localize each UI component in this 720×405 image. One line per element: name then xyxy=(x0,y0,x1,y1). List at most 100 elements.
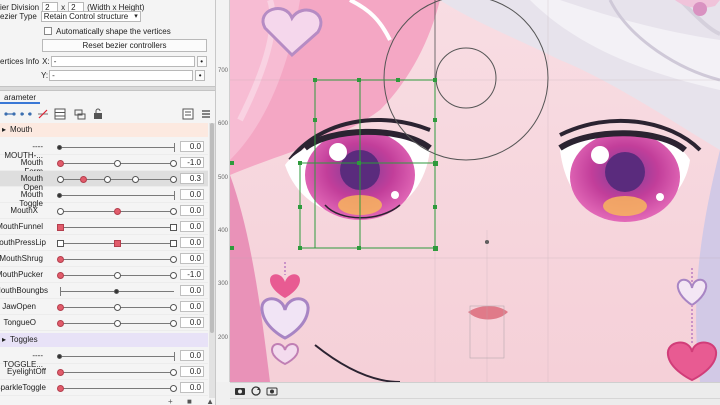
parameter-scrollbar[interactable] xyxy=(209,123,215,398)
param-knob[interactable] xyxy=(57,385,64,392)
vertex-x-input[interactable]: - xyxy=(50,55,195,67)
group-toggles[interactable]: ▸ Toggles xyxy=(0,333,208,347)
auto-shape-row[interactable]: Automatically shape the vertices xyxy=(44,24,171,38)
param-row: ----TOGGLE... 0.0 xyxy=(0,348,208,369)
param-knob[interactable] xyxy=(57,160,64,167)
param-key[interactable] xyxy=(114,160,121,167)
vertex-y-menu-button[interactable]: • xyxy=(195,69,206,81)
param-key[interactable] xyxy=(170,320,177,327)
bezier-type-label: ezier Type xyxy=(0,11,37,21)
param-value[interactable]: 0.0 xyxy=(180,253,204,264)
param-value[interactable]: 0.3 xyxy=(180,173,204,184)
param-knob[interactable] xyxy=(57,193,62,198)
bezier-type-select[interactable]: Retain Control structure ▾ xyxy=(40,10,141,22)
param-knob[interactable] xyxy=(114,289,119,294)
param-knob[interactable] xyxy=(57,145,62,150)
param-value[interactable]: -1.0 xyxy=(180,269,204,280)
param-key[interactable] xyxy=(114,304,121,311)
param-value[interactable]: 0.0 xyxy=(180,350,204,361)
param-track[interactable] xyxy=(60,195,174,196)
param-value[interactable]: 0.0 xyxy=(180,237,204,248)
character-illustration[interactable] xyxy=(230,0,720,382)
param-value[interactable]: 0.0 xyxy=(180,285,204,296)
parameter-group-icon[interactable] xyxy=(74,108,86,120)
param-key[interactable] xyxy=(170,240,177,247)
param-key[interactable] xyxy=(170,272,177,279)
lock-icon[interactable] xyxy=(92,108,104,120)
link-keys-icon[interactable] xyxy=(4,109,16,119)
param-row: MouthShrug 0.0 xyxy=(0,251,208,267)
chevron-right-icon: ▸ xyxy=(2,125,7,134)
param-row: TongueO 0.0 xyxy=(0,315,208,331)
camera-icon[interactable] xyxy=(234,386,246,396)
param-key[interactable] xyxy=(57,176,64,183)
menu-icon[interactable] xyxy=(200,108,212,120)
param-track[interactable] xyxy=(60,147,174,148)
add-icon[interactable]: + xyxy=(168,397,173,405)
param-knob[interactable] xyxy=(57,304,64,311)
vertex-y-input[interactable]: - xyxy=(49,69,194,81)
param-knob[interactable] xyxy=(57,369,64,376)
param-value[interactable]: 0.0 xyxy=(180,205,204,216)
param-value[interactable]: 0.0 xyxy=(180,382,204,393)
folder-icon[interactable]: ■ xyxy=(187,397,192,405)
param-track[interactable] xyxy=(60,259,174,260)
param-value[interactable]: 0.0 xyxy=(180,221,204,232)
param-start-tick xyxy=(60,287,61,296)
param-track[interactable] xyxy=(60,356,174,357)
refresh-camera-icon[interactable] xyxy=(250,386,262,396)
param-key[interactable] xyxy=(170,256,177,263)
param-key[interactable] xyxy=(170,369,177,376)
param-key[interactable] xyxy=(170,304,177,311)
capture-icon[interactable] xyxy=(266,386,278,396)
tab-parameter[interactable]: arameter xyxy=(0,92,41,104)
param-key[interactable] xyxy=(170,160,177,167)
param-key[interactable] xyxy=(170,208,177,215)
param-key[interactable] xyxy=(170,385,177,392)
param-key[interactable] xyxy=(57,208,64,215)
param-knob[interactable] xyxy=(57,272,64,279)
param-value[interactable]: 0.0 xyxy=(180,141,204,152)
param-track[interactable] xyxy=(60,372,174,373)
panel-splitter[interactable] xyxy=(0,86,215,91)
param-key[interactable] xyxy=(104,176,111,183)
param-track[interactable] xyxy=(60,179,174,180)
param-value[interactable]: -1.0 xyxy=(180,157,204,168)
param-knob[interactable] xyxy=(57,256,64,263)
param-value[interactable]: 0.0 xyxy=(180,317,204,328)
auto-shape-checkbox[interactable] xyxy=(44,27,52,35)
param-knob[interactable] xyxy=(80,176,87,183)
editor-canvas[interactable] xyxy=(230,0,720,382)
reset-bezier-button[interactable]: Reset bezier controllers xyxy=(42,39,207,52)
param-key[interactable] xyxy=(114,320,121,327)
canvas-toolbar xyxy=(230,382,720,405)
delete-keys-icon[interactable] xyxy=(37,109,49,119)
param-key[interactable] xyxy=(170,176,177,183)
vertices-y-row: Y: - • xyxy=(0,68,206,82)
param-end-tick xyxy=(174,352,175,361)
param-value[interactable]: 0.0 xyxy=(180,366,204,377)
param-key[interactable] xyxy=(170,224,177,231)
ruler-tick-label: 300 xyxy=(218,281,229,287)
trash-icon[interactable]: ▲ xyxy=(206,397,214,405)
parameter-toolbar xyxy=(0,106,215,122)
param-key[interactable] xyxy=(132,176,139,183)
param-key[interactable] xyxy=(114,272,121,279)
dictionary-icon[interactable] xyxy=(182,108,194,120)
ruler-tick-label: 500 xyxy=(218,175,229,181)
param-knob[interactable] xyxy=(57,224,64,231)
param-value[interactable]: 0.0 xyxy=(180,301,204,312)
group-mouth[interactable]: ▸ Mouth xyxy=(0,123,208,137)
param-value[interactable]: 0.0 xyxy=(180,189,204,200)
scrollbar-thumb[interactable] xyxy=(210,123,214,333)
param-knob[interactable] xyxy=(57,354,62,359)
param-knob[interactable] xyxy=(114,208,121,215)
unlink-keys-icon[interactable] xyxy=(20,109,32,119)
param-track[interactable] xyxy=(60,227,174,228)
vertex-x-menu-button[interactable]: • xyxy=(196,55,207,67)
param-knob[interactable] xyxy=(114,240,121,247)
param-knob[interactable] xyxy=(57,320,64,327)
param-track[interactable] xyxy=(60,388,174,389)
grid-icon[interactable] xyxy=(54,108,66,120)
param-key[interactable] xyxy=(57,240,64,247)
